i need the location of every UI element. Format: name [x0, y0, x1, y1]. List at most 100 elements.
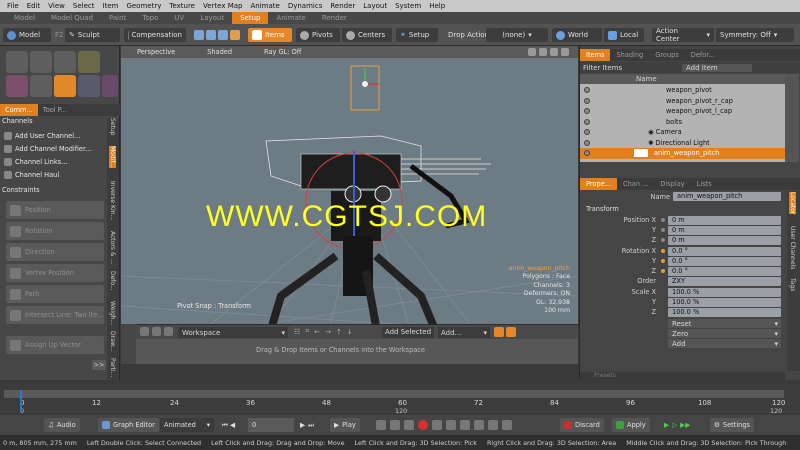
side-tab-actors[interactable]: Actors & ...: [109, 231, 116, 264]
frame-field[interactable]: 0: [248, 418, 294, 432]
list-item[interactable]: bolts: [580, 117, 785, 128]
key-paste-icon[interactable]: [474, 420, 484, 430]
add-channel-modifier-item[interactable]: Add Channel Modifier...: [4, 143, 106, 155]
key-delete-icon[interactable]: [446, 420, 456, 430]
tab-render[interactable]: Render: [314, 14, 355, 22]
key-mode-icon[interactable]: [502, 420, 512, 430]
tab-lists[interactable]: Lists: [691, 178, 718, 190]
tab-tool-properties[interactable]: Tool P...: [38, 106, 72, 114]
constraint-direction-button[interactable]: Direction: [6, 243, 104, 261]
tab-channels[interactable]: Chan ...: [617, 178, 654, 190]
drop-action-select[interactable]: (none) ▾: [486, 28, 548, 42]
menu-render[interactable]: Render: [326, 2, 359, 10]
constraint-path-button[interactable]: Path: [6, 285, 104, 303]
tab-shading[interactable]: Shading: [610, 49, 649, 61]
fast-forward-icon[interactable]: ▶▶: [680, 421, 690, 429]
current-frame-marker[interactable]: [20, 390, 22, 412]
channel-links-item[interactable]: Channel Links...: [4, 156, 106, 168]
tab-paint[interactable]: Paint: [101, 14, 134, 22]
visibility-eye-icon[interactable]: [584, 97, 590, 104]
local-button[interactable]: Local: [604, 28, 644, 42]
edge-mode-icon[interactable]: [206, 30, 216, 40]
keyframe-dot-icon[interactable]: [660, 217, 666, 223]
channel-haul-item[interactable]: Channel Haul: [4, 169, 106, 181]
add-selected-button[interactable]: Add Selected: [382, 327, 434, 338]
step-back-icon[interactable]: ◀: [230, 421, 235, 429]
settings-button[interactable]: ⚙ Settings: [710, 418, 754, 432]
key-all-icon[interactable]: [506, 327, 516, 337]
assign-up-vector-button[interactable]: Assign Up Vector: [6, 336, 104, 354]
shading-mode-button[interactable]: Shaded: [191, 48, 248, 56]
symmetry-select[interactable]: Symmetry: Off ▾: [716, 28, 794, 42]
arrow-up-icon[interactable]: ↑: [336, 328, 342, 336]
key-copy-icon[interactable]: [460, 420, 470, 430]
keyframe-dot-icon[interactable]: [660, 227, 666, 233]
scale-z-field[interactable]: 100.0 %: [668, 308, 781, 317]
ray-gl-button[interactable]: Ray GL: Off: [248, 48, 317, 56]
tab-deformers[interactable]: Defor...: [685, 49, 721, 61]
zoom-icon[interactable]: [539, 48, 547, 56]
list-item[interactable]: weapon_pivot_r_cap: [580, 96, 785, 107]
material-mode-icon[interactable]: [230, 30, 240, 40]
menu-animate[interactable]: Animate: [246, 2, 283, 10]
visibility-eye-icon[interactable]: [584, 139, 590, 146]
pivots-mode-button[interactable]: Pivots: [296, 28, 340, 42]
scale-y-field[interactable]: 100.0 %: [668, 298, 781, 307]
add-item-button[interactable]: Add Item: [682, 63, 752, 72]
menu-help[interactable]: Help: [425, 2, 449, 10]
f2-button[interactable]: F2: [51, 28, 65, 42]
audio-button[interactable]: ♫ Audio: [44, 418, 80, 432]
name-field[interactable]: anim_weapon_pitch: [673, 192, 781, 201]
workspace-view-icon[interactable]: [152, 327, 161, 336]
layout-icon[interactable]: ☷: [294, 328, 300, 336]
record-icon[interactable]: [418, 420, 428, 430]
polygon-mode-icon[interactable]: [218, 30, 228, 40]
rotate-tool-icon[interactable]: [30, 51, 52, 73]
visibility-eye-icon[interactable]: [584, 129, 590, 136]
active-tool-icon[interactable]: [54, 75, 76, 97]
play-forward-icon[interactable]: ▶: [664, 421, 669, 429]
view-type-button[interactable]: Perspective: [121, 48, 191, 56]
tab-topo[interactable]: Topo: [134, 14, 166, 22]
presets-bar[interactable]: Presets: [580, 372, 785, 380]
camera-tool-icon[interactable]: [78, 75, 100, 97]
tab-groups[interactable]: Groups: [649, 49, 685, 61]
tab-properties[interactable]: Prope...: [580, 178, 617, 190]
menu-geometry[interactable]: Geometry: [122, 2, 165, 10]
constraint-position-button[interactable]: Position: [6, 201, 104, 219]
side-tab-setup[interactable]: Setup: [109, 118, 116, 135]
order-select[interactable]: ZXY: [668, 277, 781, 286]
key-set-icon[interactable]: [432, 420, 442, 430]
keyframe-dot-icon[interactable]: [660, 258, 666, 264]
side-tab-inverse-kinematics[interactable]: Inverse Kin...: [109, 181, 116, 220]
keyframe-dot-icon[interactable]: [660, 237, 666, 243]
items-mode-button[interactable]: Items: [248, 28, 292, 42]
light-tool-icon[interactable]: [78, 51, 100, 73]
action-center-select[interactable]: Action Center ▾: [652, 27, 714, 43]
scale-tool-icon[interactable]: [54, 51, 76, 73]
side-tab-deformers[interactable]: Defo...: [109, 271, 116, 291]
key-next-icon[interactable]: [404, 420, 414, 430]
tab-items[interactable]: Items: [580, 49, 611, 61]
vertex-mode-icon[interactable]: [194, 30, 204, 40]
joint-tool-icon[interactable]: [102, 75, 118, 97]
maximize-icon[interactable]: [561, 48, 569, 56]
animated-select[interactable]: Animated ▾: [160, 418, 214, 432]
menu-item[interactable]: Item: [99, 2, 123, 10]
setup-mode-button[interactable]: ✶ Setup: [396, 28, 438, 42]
workspace-graph-icon[interactable]: [140, 327, 149, 336]
workspace-select[interactable]: Workspace ▾: [178, 327, 288, 338]
go-end-icon[interactable]: ⏭: [308, 421, 314, 430]
key-auto-icon[interactable]: [488, 420, 498, 430]
list-item-selected[interactable]: anim_weapon_pitch: [580, 148, 785, 159]
menu-select[interactable]: Select: [69, 2, 99, 10]
tab-setup[interactable]: Setup: [232, 12, 269, 24]
list-item[interactable]: weapon_pivot_l_cap: [580, 106, 785, 117]
keyframe-dot-icon[interactable]: [660, 268, 666, 274]
arrow-right-icon[interactable]: →: [325, 328, 331, 336]
arrow-left-icon[interactable]: ←: [314, 328, 320, 336]
side-tab-weights[interactable]: Weigh...: [109, 301, 116, 325]
play-loop-icon[interactable]: ▷: [672, 421, 677, 429]
apply-button[interactable]: Apply: [612, 418, 650, 432]
add-node-select[interactable]: Add... ▾: [438, 327, 490, 338]
